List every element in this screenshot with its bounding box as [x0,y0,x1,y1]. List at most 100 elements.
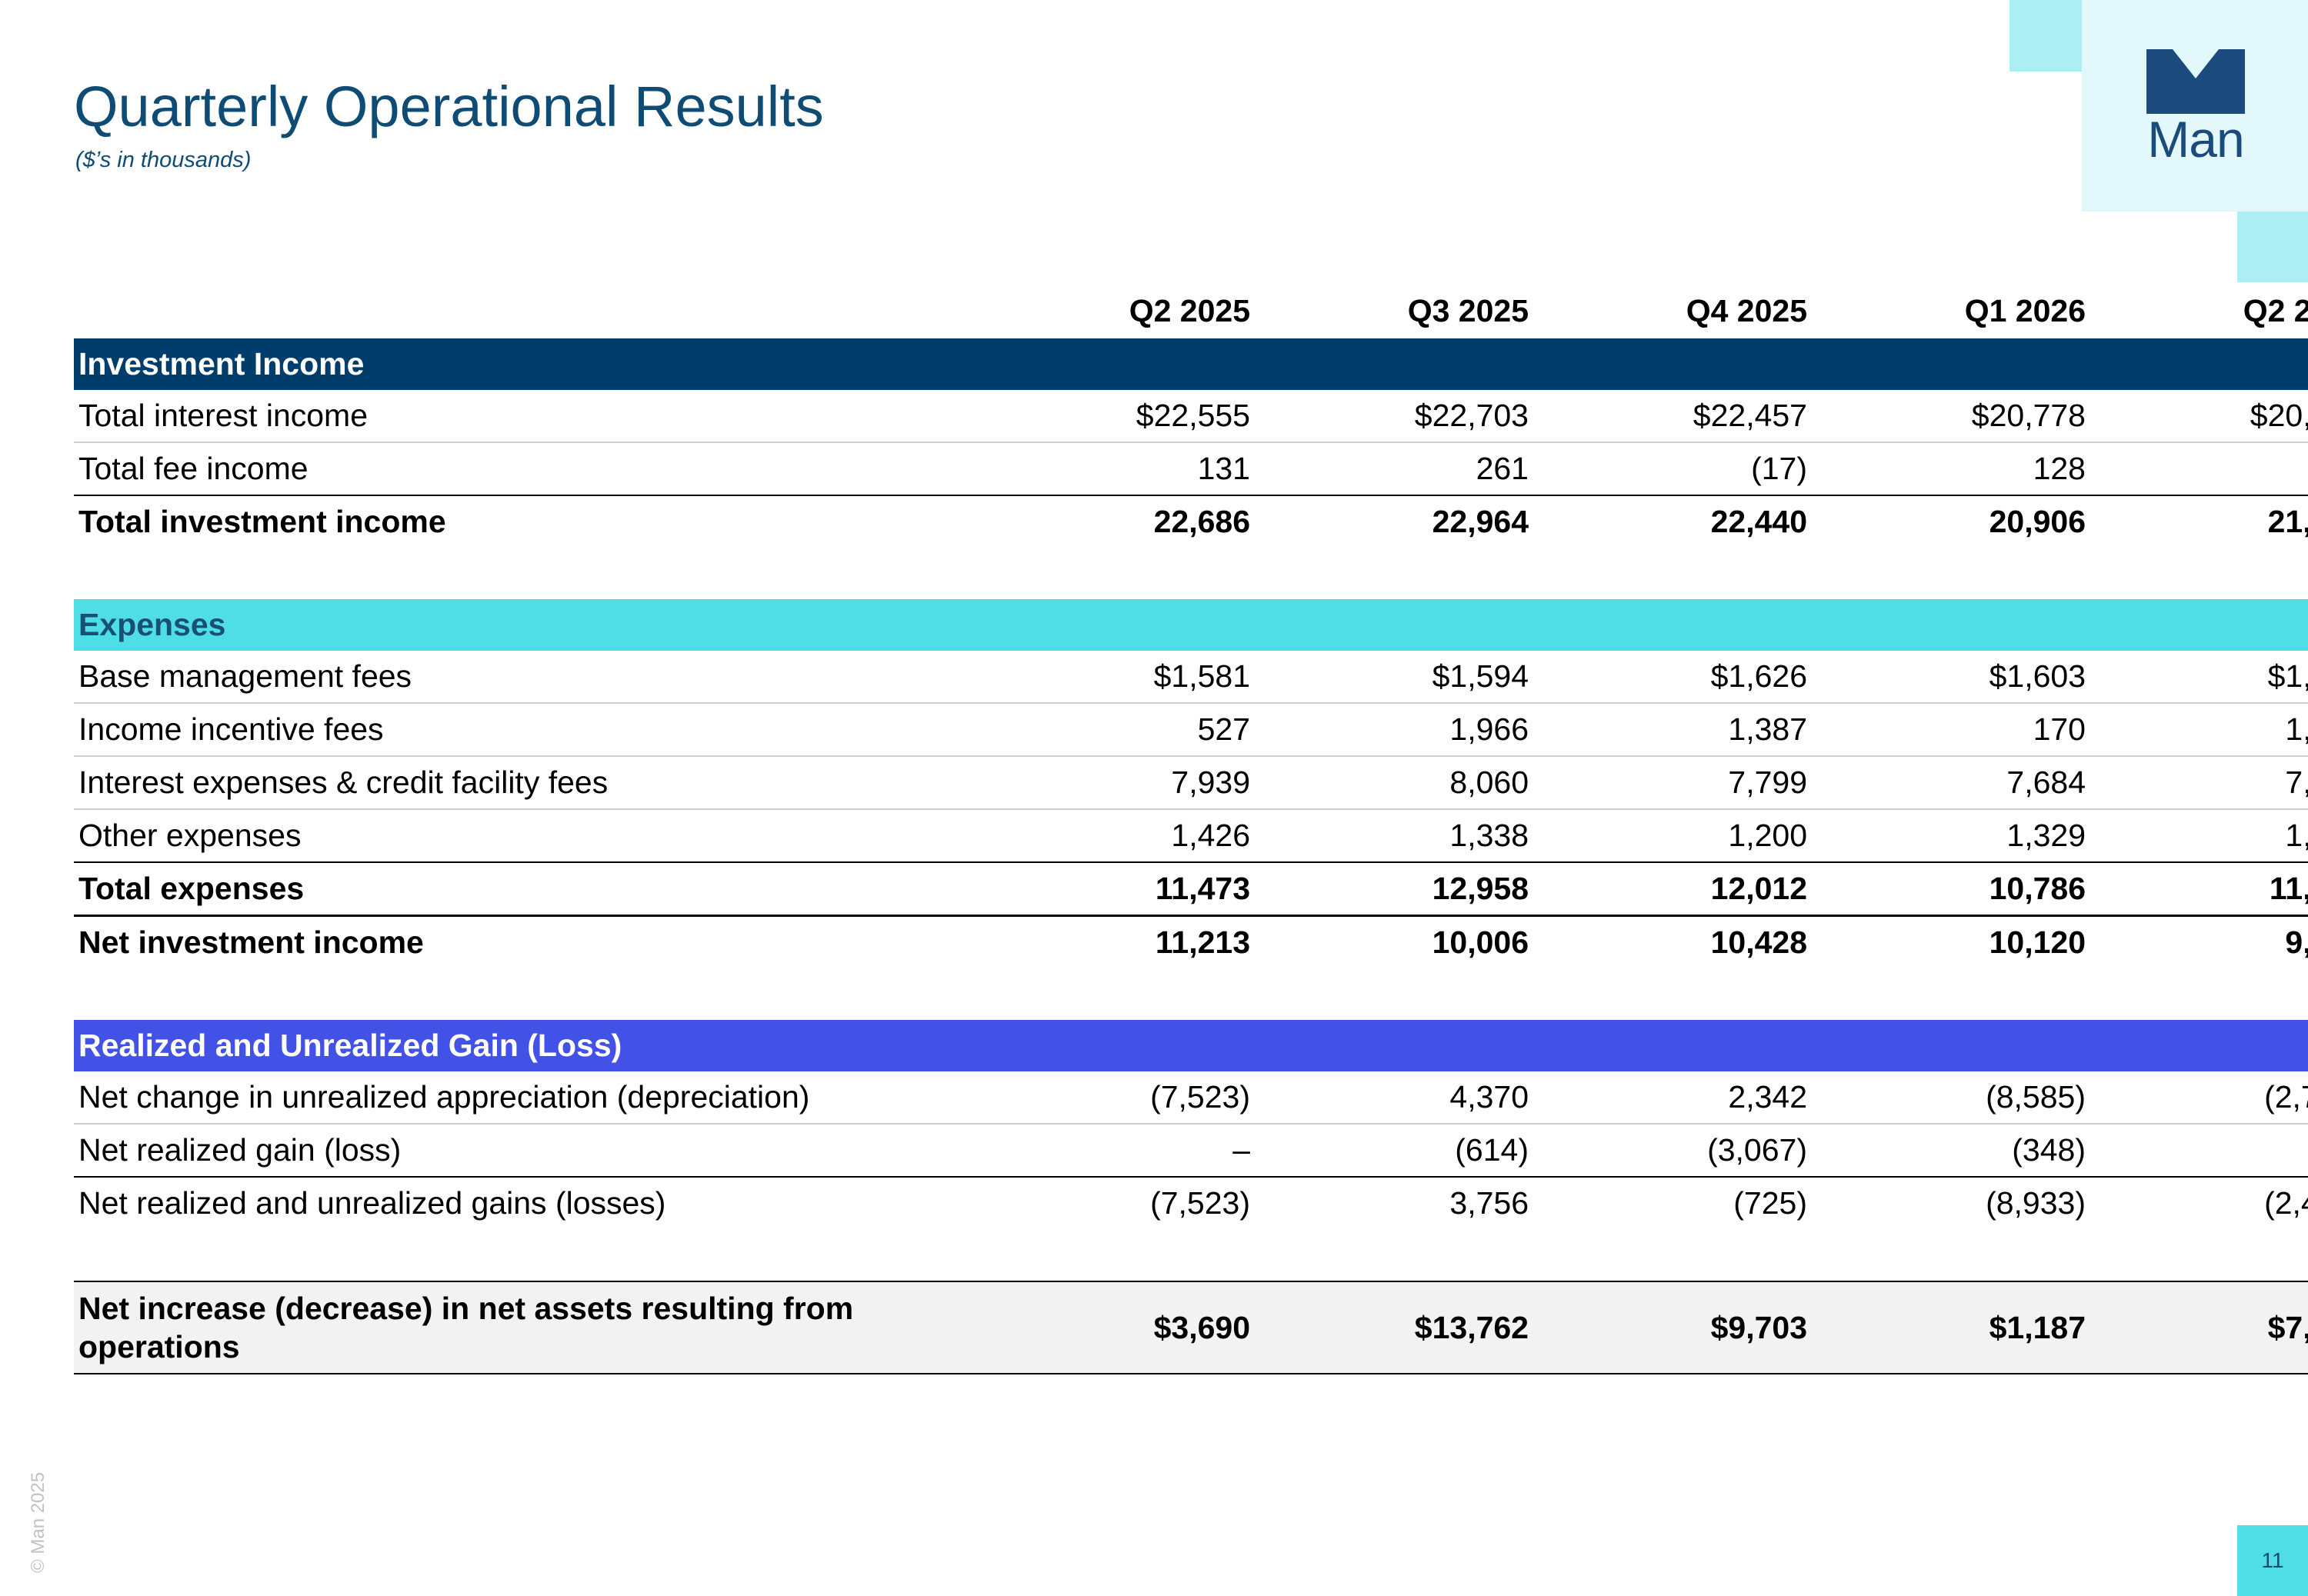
section-label: Expenses [74,599,2308,651]
row-label: Net realized and unrealized gains (losse… [78,1185,666,1221]
cell-value: $22,703 [1250,390,1529,443]
row-label: Total expenses [74,862,972,917]
cell-value: $9,703 [1529,1281,1807,1374]
cell-value: (348) [1807,1124,2086,1178]
table-row: Net change in unrealized appreciation (d… [74,1071,2308,1125]
cell-value: $1,619 [2086,651,2308,704]
row-label: Net investment income [78,925,424,960]
cell-value: 12,012 [1529,862,1807,917]
cell-value: 12,958 [1250,862,1529,917]
cell-value: (2,488) [2264,1185,2308,1221]
cell-value: 8,060 [1250,756,1529,810]
logo-wordmark: Man [2147,111,2244,168]
cell-value: $1,626 [1529,651,1807,704]
cell-value: (2,742) [2086,1071,2308,1125]
page-subtitle: ($’s in thousands) [75,148,252,172]
cell-value: 10,786 [1807,862,2086,917]
column-header: Q3 2025 [1407,293,1529,328]
copyright-notice: © Man 2025 [28,1471,48,1573]
cell-value: $20,916 [2086,390,2308,443]
cell-value: 1,329 [1807,809,2086,863]
cell-value: 261 [1250,442,1529,496]
table-row: Net realized gain (loss) – (614) (3,067)… [74,1124,2308,1178]
cell-value: 131 [972,442,1250,496]
table-row: Base management fees $1,581 $1,594 $1,62… [74,651,2308,704]
spacer-row [74,548,2308,599]
cell-value: 11,213 [1155,925,1250,960]
cell-value: 1,024 [2086,703,2308,757]
column-header: Q4 2025 [1686,293,1807,328]
row-label: Total fee income [74,442,972,496]
row-label: Other expenses [74,809,972,863]
cell-value: – [972,1124,1250,1178]
column-header: Q2 2026 [2243,293,2308,328]
cell-value: 9,660 [2285,925,2308,960]
page-number: 11 [2237,1525,2308,1596]
cell-value: 4,370 [1250,1071,1529,1125]
cell-value: $20,778 [1807,390,2086,443]
section-header-gain-loss: Realized and Unrealized Gain (Loss) [74,1020,2308,1071]
page-title: Quarterly Operational Results [74,75,824,138]
row-label: Interest expenses & credit facility fees [74,756,972,810]
cell-value: $1,603 [1807,651,2086,704]
cell-value: 128 [1807,442,2086,496]
operational-results-table: Q2 2025 Q3 2025 Q4 2025 Q1 2026 Q2 2026 … [74,283,2308,1374]
cell-value: 22,440 [1710,504,1807,539]
total-row-expenses: Total expenses 11,473 12,958 12,012 10,7… [74,862,2308,917]
row-label: Base management fees [74,651,972,704]
total-row-net-investment-income: Net investment income 11,213 10,006 10,4… [74,916,2308,969]
table-row: Total interest income $22,555 $22,703 $2… [74,390,2308,443]
cell-value: 1,426 [972,809,1250,863]
row-label: Total investment income [78,504,446,539]
cell-value: $1,594 [1250,651,1529,704]
table-row: Income incentive fees 527 1,966 1,387 17… [74,703,2308,757]
row-label: Total interest income [74,390,972,443]
decorative-square [2009,0,2082,72]
cell-value: 7,684 [1807,756,2086,810]
section-header-investment-income: Investment Income [74,338,2308,390]
cell-value: 3,756 [1449,1185,1529,1221]
row-label: Net change in unrealized appreciation (d… [74,1071,972,1125]
cell-value: 2,342 [1529,1071,1807,1125]
cell-value: 1,200 [1529,809,1807,863]
cell-value: 7,468 [2086,756,2308,810]
spacer-row [74,1229,2308,1281]
cell-value: (7,523) [972,1071,1250,1125]
total-row-investment-income: Total investment income 22,686 22,964 22… [74,495,2308,548]
cell-value: 10,428 [1710,925,1807,960]
row-label: Net increase (decrease) in net assets re… [74,1281,972,1374]
section-header-expenses: Expenses [74,599,2308,651]
cell-value: $22,555 [972,390,1250,443]
cell-value: $1,187 [1807,1281,2086,1374]
cell-value: 170 [1807,703,2086,757]
cell-value: 527 [972,703,1250,757]
cell-value: $13,762 [1250,1281,1529,1374]
cell-value: 7,939 [972,756,1250,810]
cell-value: (8,585) [1807,1071,2086,1125]
cell-value: 10,006 [1432,925,1529,960]
man-logo-icon [2146,49,2245,114]
column-header-row: Q2 2025 Q3 2025 Q4 2025 Q1 2026 Q2 2026 [74,283,2308,338]
cell-value: 7,799 [1529,756,1807,810]
table-row: Interest expenses & credit facility fees… [74,756,2308,810]
cell-value: 11,473 [972,862,1250,917]
cell-value: 189 [2086,442,2308,496]
row-label: Net realized gain (loss) [74,1124,972,1178]
cell-value: 21,105 [2267,504,2308,539]
total-row-gains-losses: Net realized and unrealized gains (losse… [74,1177,2308,1229]
cell-value: $3,690 [972,1281,1250,1374]
row-label: Income incentive fees [74,703,972,757]
cell-value: 1,966 [1250,703,1529,757]
cell-value: (3,067) [1529,1124,1807,1178]
cell-value: 1,338 [1250,809,1529,863]
cell-value: 1,334 [2086,809,2308,863]
section-label: Investment Income [74,338,2308,390]
column-header: Q1 2026 [1964,293,2086,328]
cell-value: $1,581 [972,651,1250,704]
table-row: Total fee income 131 261 (17) 128 189 [74,442,2308,496]
net-increase-row: Net increase (decrease) in net assets re… [74,1281,2308,1374]
cell-value: (7,523) [1150,1185,1250,1221]
cell-value: $22,457 [1529,390,1807,443]
column-header: Q2 2025 [1129,293,1250,328]
cell-value: (725) [1733,1185,1807,1221]
